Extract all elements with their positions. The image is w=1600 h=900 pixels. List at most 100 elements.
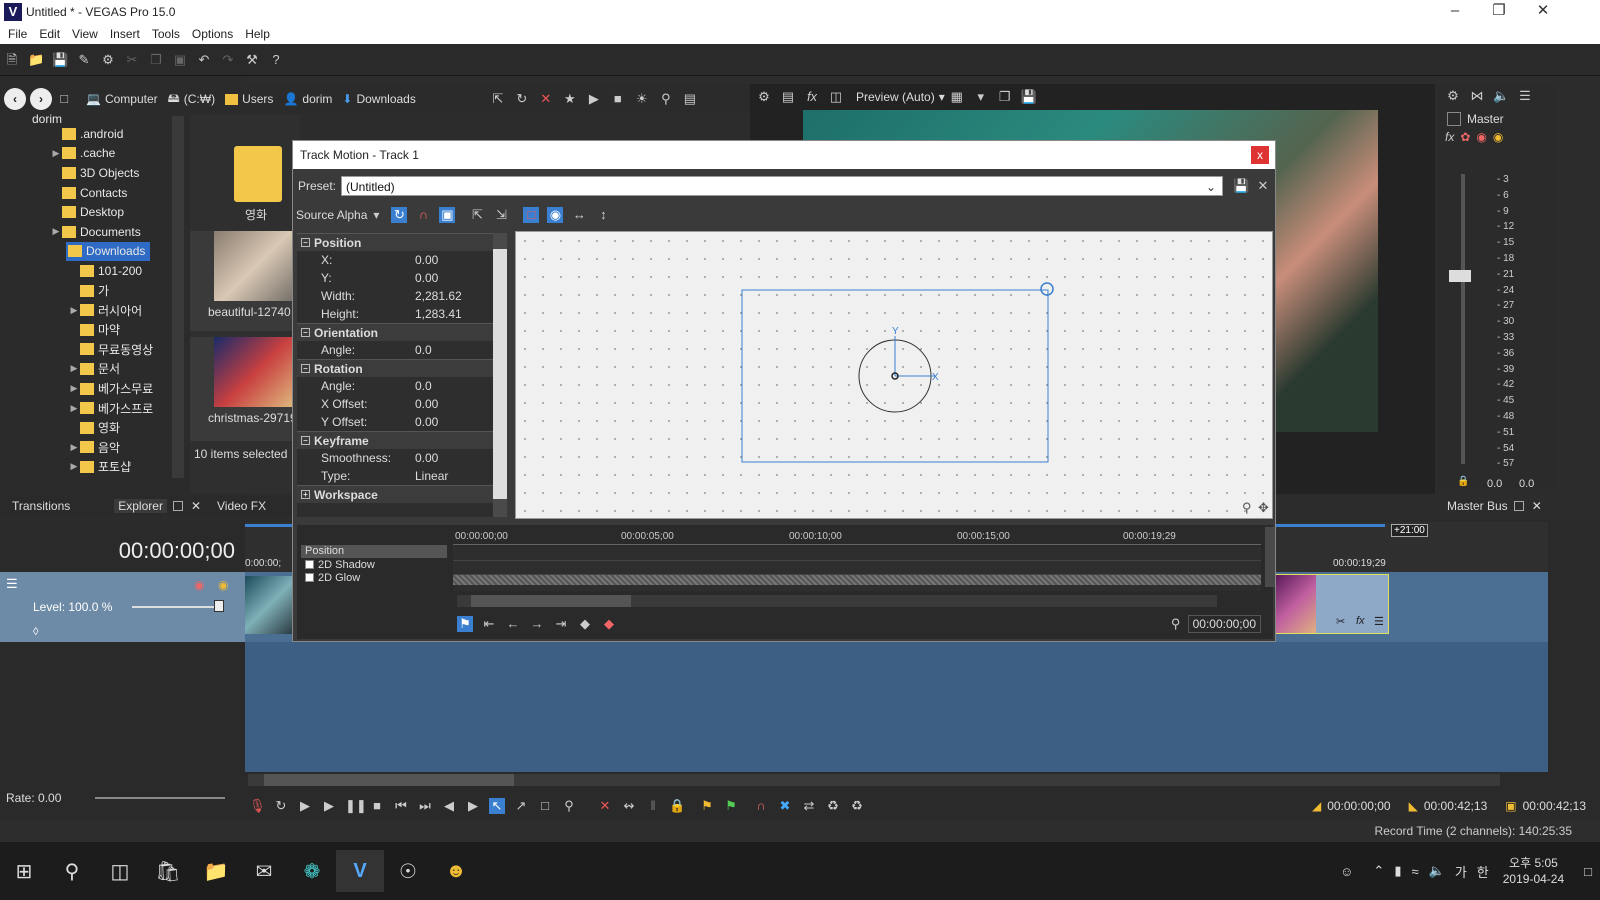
save-preset-icon[interactable]: 💾 — [1233, 178, 1249, 194]
menu-tools[interactable]: Tools — [152, 27, 180, 41]
clock[interactable]: 오후 5:05 2019-04-24 — [1503, 855, 1564, 887]
lock-event-icon[interactable]: 🔒 — [669, 798, 685, 814]
preview-settings-icon[interactable]: ⚙ — [756, 89, 772, 105]
menu-edit[interactable]: Edit — [39, 27, 60, 41]
menu-file[interactable]: File — [8, 27, 27, 41]
zoom-tool-icon[interactable]: ⚲ — [561, 798, 577, 814]
track-level-handle[interactable] — [214, 600, 224, 612]
timeline-h-scrollbar[interactable] — [248, 774, 1500, 786]
loop-icon[interactable]: ↻ — [273, 798, 289, 814]
tree-scrollbar[interactable] — [172, 116, 184, 478]
mail-icon[interactable]: ✉ — [240, 850, 288, 892]
ime-mode[interactable]: 한 — [1477, 862, 1489, 881]
delete-keyframe-icon[interactable]: ◆ — [601, 616, 617, 632]
tree-root[interactable]: dorim — [0, 114, 172, 124]
section-workspace[interactable]: + Workspace — [297, 485, 493, 503]
normal-edit-tool-icon[interactable]: ↖ — [489, 798, 505, 814]
pause-icon[interactable]: ❚❚ — [345, 798, 367, 814]
insert-region-icon[interactable]: ⚑ — [723, 798, 739, 814]
stop-icon[interactable]: ■ — [610, 91, 626, 107]
tree-item[interactable]: 가 — [0, 281, 172, 301]
scale-y-icon[interactable]: ⇲ — [493, 207, 509, 223]
add-keyframe-icon[interactable]: ◆ — [577, 616, 593, 632]
prop-y-offset[interactable]: Y Offset: 0.00 — [297, 413, 493, 431]
envelope-tool-icon[interactable]: ↗ — [513, 798, 529, 814]
notifications-icon[interactable]: □ — [1584, 864, 1592, 879]
paste-icon[interactable]: ▣ — [172, 52, 188, 68]
tree-item[interactable]: ▶ 베가스프로 — [0, 398, 172, 418]
up-folder-icon[interactable]: ⇱ — [490, 91, 506, 107]
crumb-downloads[interactable]: ⬇ Downloads — [342, 92, 415, 106]
tree-item[interactable]: 무료동영상 — [0, 340, 172, 360]
tab-close-icon[interactable]: ✕ — [191, 499, 201, 513]
prop-x[interactable]: X: 0.00 — [297, 251, 493, 269]
preview-device-icon[interactable]: ▤ — [780, 89, 796, 105]
record-icon[interactable]: 🎙 — [249, 798, 266, 814]
video-clip-start[interactable] — [245, 576, 293, 634]
prop-height[interactable]: Height: 1,283.41 — [297, 305, 493, 323]
tree-item[interactable]: Downloads — [66, 241, 150, 262]
glow-checkbox[interactable] — [305, 573, 314, 582]
tree-item[interactable]: 영화 — [0, 418, 172, 438]
tab-transitions[interactable]: Transitions — [12, 499, 70, 513]
cursor-time-icon[interactable]: ⚲ — [1168, 616, 1184, 632]
master-checkbox[interactable] — [1447, 112, 1461, 126]
play-from-start-icon[interactable]: ▶ — [297, 798, 313, 814]
people-icon[interactable]: ☺ — [1340, 864, 1353, 879]
clip-menu-icon[interactable]: ☰ — [1374, 615, 1384, 628]
track-mute-icon[interactable]: ◉ — [194, 578, 204, 592]
go-to-end-icon[interactable]: ⏭ — [417, 798, 433, 814]
network-icon[interactable]: ≈ — [1411, 864, 1418, 879]
track-level-slider[interactable] — [132, 606, 222, 608]
scale-about-center-icon[interactable]: ◉ — [547, 207, 564, 223]
prev-frame-icon[interactable]: ◀ — [441, 798, 457, 814]
next-keyframe-icon[interactable]: → — [529, 616, 545, 632]
next-frame-icon[interactable]: ▶ — [465, 798, 481, 814]
video-clip-end[interactable]: ✂ fx ☰ — [1275, 574, 1389, 634]
tree-item[interactable]: ▶ 문서 — [0, 359, 172, 379]
shadow-checkbox[interactable] — [305, 560, 314, 569]
prop-rotation-angle[interactable]: Angle: 0.0 — [297, 377, 493, 395]
ignore-grouping-icon[interactable]: ♻ — [849, 798, 865, 814]
lock-aspect-icon[interactable]: □ — [523, 207, 540, 223]
rotate-tool-icon[interactable]: ↻ — [391, 207, 408, 223]
transport-stop-icon[interactable]: ■ — [369, 798, 385, 814]
tree-item[interactable]: Contacts — [0, 183, 172, 203]
scale-x-icon[interactable]: ⇱ — [469, 207, 485, 223]
sync-cursor-icon[interactable]: ⚑ — [457, 616, 473, 632]
faders-icon[interactable]: ☰ — [1517, 88, 1533, 104]
expand-arrow-icon[interactable]: ▶ — [68, 305, 80, 316]
menu-insert[interactable]: Insert — [110, 27, 140, 41]
prev-keyframe-icon[interactable]: ← — [505, 616, 521, 632]
tree-item[interactable]: .android — [0, 124, 172, 144]
grid-icon[interactable]: ▦ — [949, 89, 965, 105]
prop-x-offset[interactable]: X Offset: 0.00 — [297, 395, 493, 413]
dialog-close-button[interactable]: x — [1251, 146, 1269, 164]
cut-icon[interactable]: ✂ — [124, 52, 140, 68]
copy-icon[interactable]: ❐ — [148, 52, 164, 68]
clip-fx-icon[interactable]: fx — [1356, 615, 1365, 627]
tree-item[interactable]: 마약 — [0, 320, 172, 340]
save-snapshot-icon[interactable]: 💾 — [1021, 89, 1037, 105]
search-icon[interactable]: ⚲ — [658, 91, 674, 107]
empty-track-area[interactable] — [245, 642, 1548, 772]
expand-arrow-icon[interactable]: ▶ — [68, 403, 80, 414]
section-keyframe[interactable]: – Keyframe — [297, 431, 493, 449]
auto-crossfade-icon[interactable]: ✖ — [777, 798, 793, 814]
app-character-icon[interactable]: ☻ — [432, 850, 480, 892]
play-icon[interactable]: ▶ — [586, 91, 602, 107]
tree-item[interactable]: ▶ Documents — [0, 222, 172, 242]
delete-preset-icon[interactable]: ✕ — [1255, 178, 1271, 194]
preview-quality-select[interactable]: Preview (Auto) — [856, 90, 935, 104]
maximize-button[interactable]: ❐ — [1476, 0, 1522, 24]
ripple-icon[interactable]: ⇄ — [801, 798, 817, 814]
master-settings-icon[interactable]: ⚙ — [1445, 88, 1461, 104]
transport-play-icon[interactable]: ▶ — [321, 798, 337, 814]
prevent-movement-y-icon[interactable]: ↕ — [595, 207, 611, 223]
expand-arrow-icon[interactable]: ▶ — [68, 383, 80, 394]
menu-options[interactable]: Options — [192, 27, 233, 41]
preset-dropdown-icon[interactable]: ⌄ — [1206, 177, 1216, 197]
battery-icon[interactable]: ▮ — [1394, 863, 1401, 879]
master-fx-chain-icon[interactable]: ✿ — [1460, 130, 1470, 144]
track-header[interactable]: ☰ Level: 100.0 % ◉ ◉ ◊ — [0, 572, 245, 642]
